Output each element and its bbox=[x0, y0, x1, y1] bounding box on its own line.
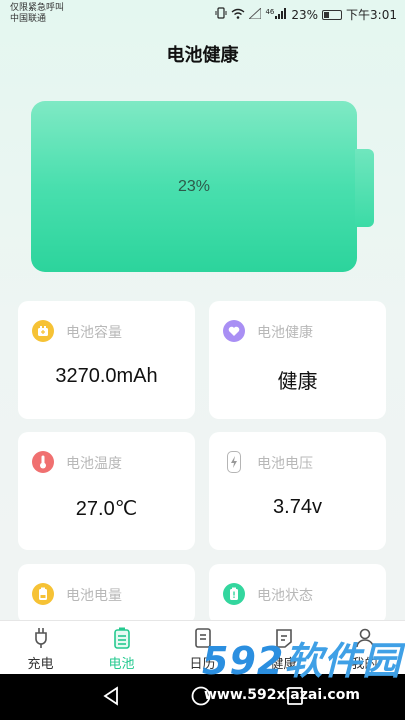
signal-icon bbox=[275, 7, 287, 22]
page-title: 电池健康 bbox=[166, 45, 239, 66]
card-label: 电池状态 bbox=[257, 588, 313, 604]
tab-battery[interactable]: 电池 bbox=[81, 621, 162, 674]
card-value: 27.0℃ bbox=[75, 498, 138, 520]
watermark-url: www.592xiazai.com bbox=[204, 687, 360, 703]
card-battery-level: 电池电量 bbox=[18, 564, 195, 624]
card-battery-capacity: 电池容量 3270.0mAh bbox=[18, 301, 195, 419]
status-bar: 仅限紧急呼叫 中国联通 46 23% 下午3:01 bbox=[0, 0, 405, 28]
battery-level-icon bbox=[32, 583, 54, 605]
network-type: 46 bbox=[265, 7, 275, 16]
status-icons: 46 23% 下午3:01 bbox=[215, 6, 397, 23]
battery-graphic: 23% bbox=[31, 101, 357, 272]
voltage-icon bbox=[227, 451, 241, 473]
battery-icon bbox=[112, 627, 132, 649]
back-button[interactable] bbox=[101, 685, 121, 711]
watermark-logo: 592软件园 bbox=[202, 639, 402, 683]
thermometer-icon bbox=[32, 451, 54, 473]
card-label: 电池电量 bbox=[66, 588, 122, 604]
battery-capacity-icon bbox=[32, 320, 54, 342]
battery-percent-status: 23% bbox=[291, 7, 319, 22]
battery-tip bbox=[355, 149, 374, 227]
card-value: 3.74v bbox=[273, 496, 322, 518]
battery-status-icon bbox=[223, 583, 245, 605]
carrier-name: 中国联通 bbox=[10, 14, 47, 24]
card-value: 健康 bbox=[277, 369, 318, 393]
card-label: 电池电压 bbox=[257, 456, 313, 472]
heart-icon bbox=[223, 320, 245, 342]
tab-charge[interactable]: 充电 bbox=[0, 621, 81, 674]
tab-label: 电池 bbox=[108, 657, 135, 672]
signal-empty-icon bbox=[248, 6, 262, 22]
card-value: 3270.0mAh bbox=[55, 365, 158, 387]
card-label: 电池容量 bbox=[66, 325, 122, 341]
emergency-text: 仅限紧急呼叫 bbox=[10, 3, 65, 13]
carrier-info: 仅限紧急呼叫 中国联通 bbox=[10, 3, 64, 25]
wifi-icon bbox=[231, 8, 245, 22]
card-battery-temperature: 电池温度 27.0℃ bbox=[18, 432, 195, 550]
status-battery-icon bbox=[322, 9, 343, 20]
plug-icon bbox=[31, 627, 51, 649]
tab-label: 充电 bbox=[27, 657, 54, 672]
status-time: 下午3:01 bbox=[346, 8, 397, 22]
card-battery-status: 电池状态 bbox=[209, 564, 386, 624]
site-watermark: 592软件园 www.592xiazai.com bbox=[196, 630, 405, 720]
card-battery-voltage: 电池电压 3.74v bbox=[209, 432, 386, 550]
card-label: 电池温度 bbox=[66, 456, 122, 472]
battery-percent: 23% bbox=[177, 177, 211, 195]
card-label: 电池健康 bbox=[257, 325, 313, 341]
card-battery-health: 电池健康 健康 bbox=[209, 301, 386, 419]
vibrate-icon bbox=[215, 7, 227, 22]
